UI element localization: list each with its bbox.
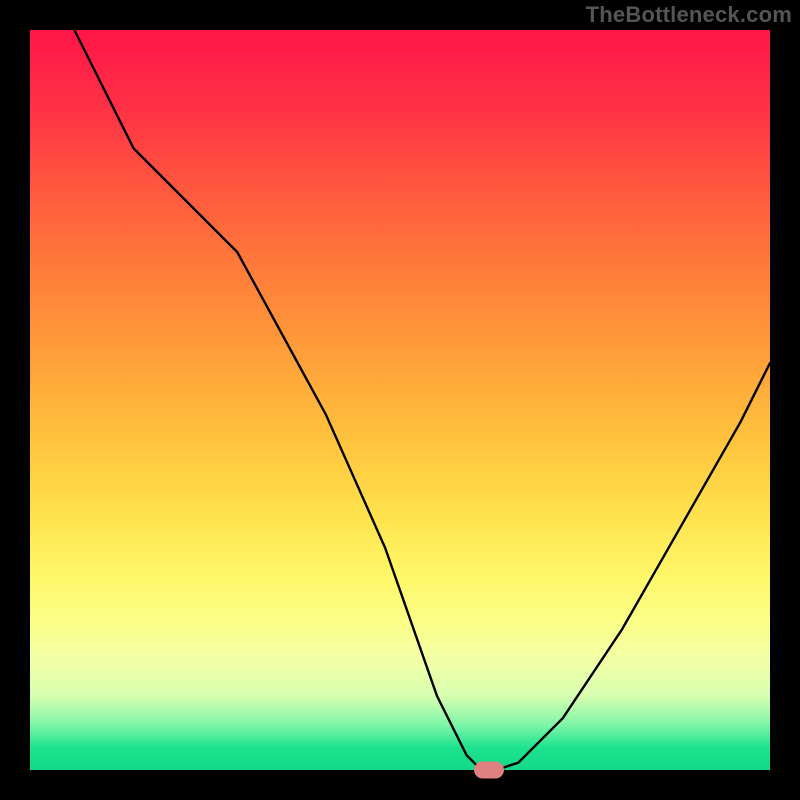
bottleneck-curve-path xyxy=(74,30,770,770)
curve-svg xyxy=(30,30,770,770)
watermark-text: TheBottleneck.com xyxy=(586,2,792,28)
chart-container: TheBottleneck.com xyxy=(0,0,800,800)
optimal-marker xyxy=(474,762,504,779)
plot-area xyxy=(30,30,770,770)
